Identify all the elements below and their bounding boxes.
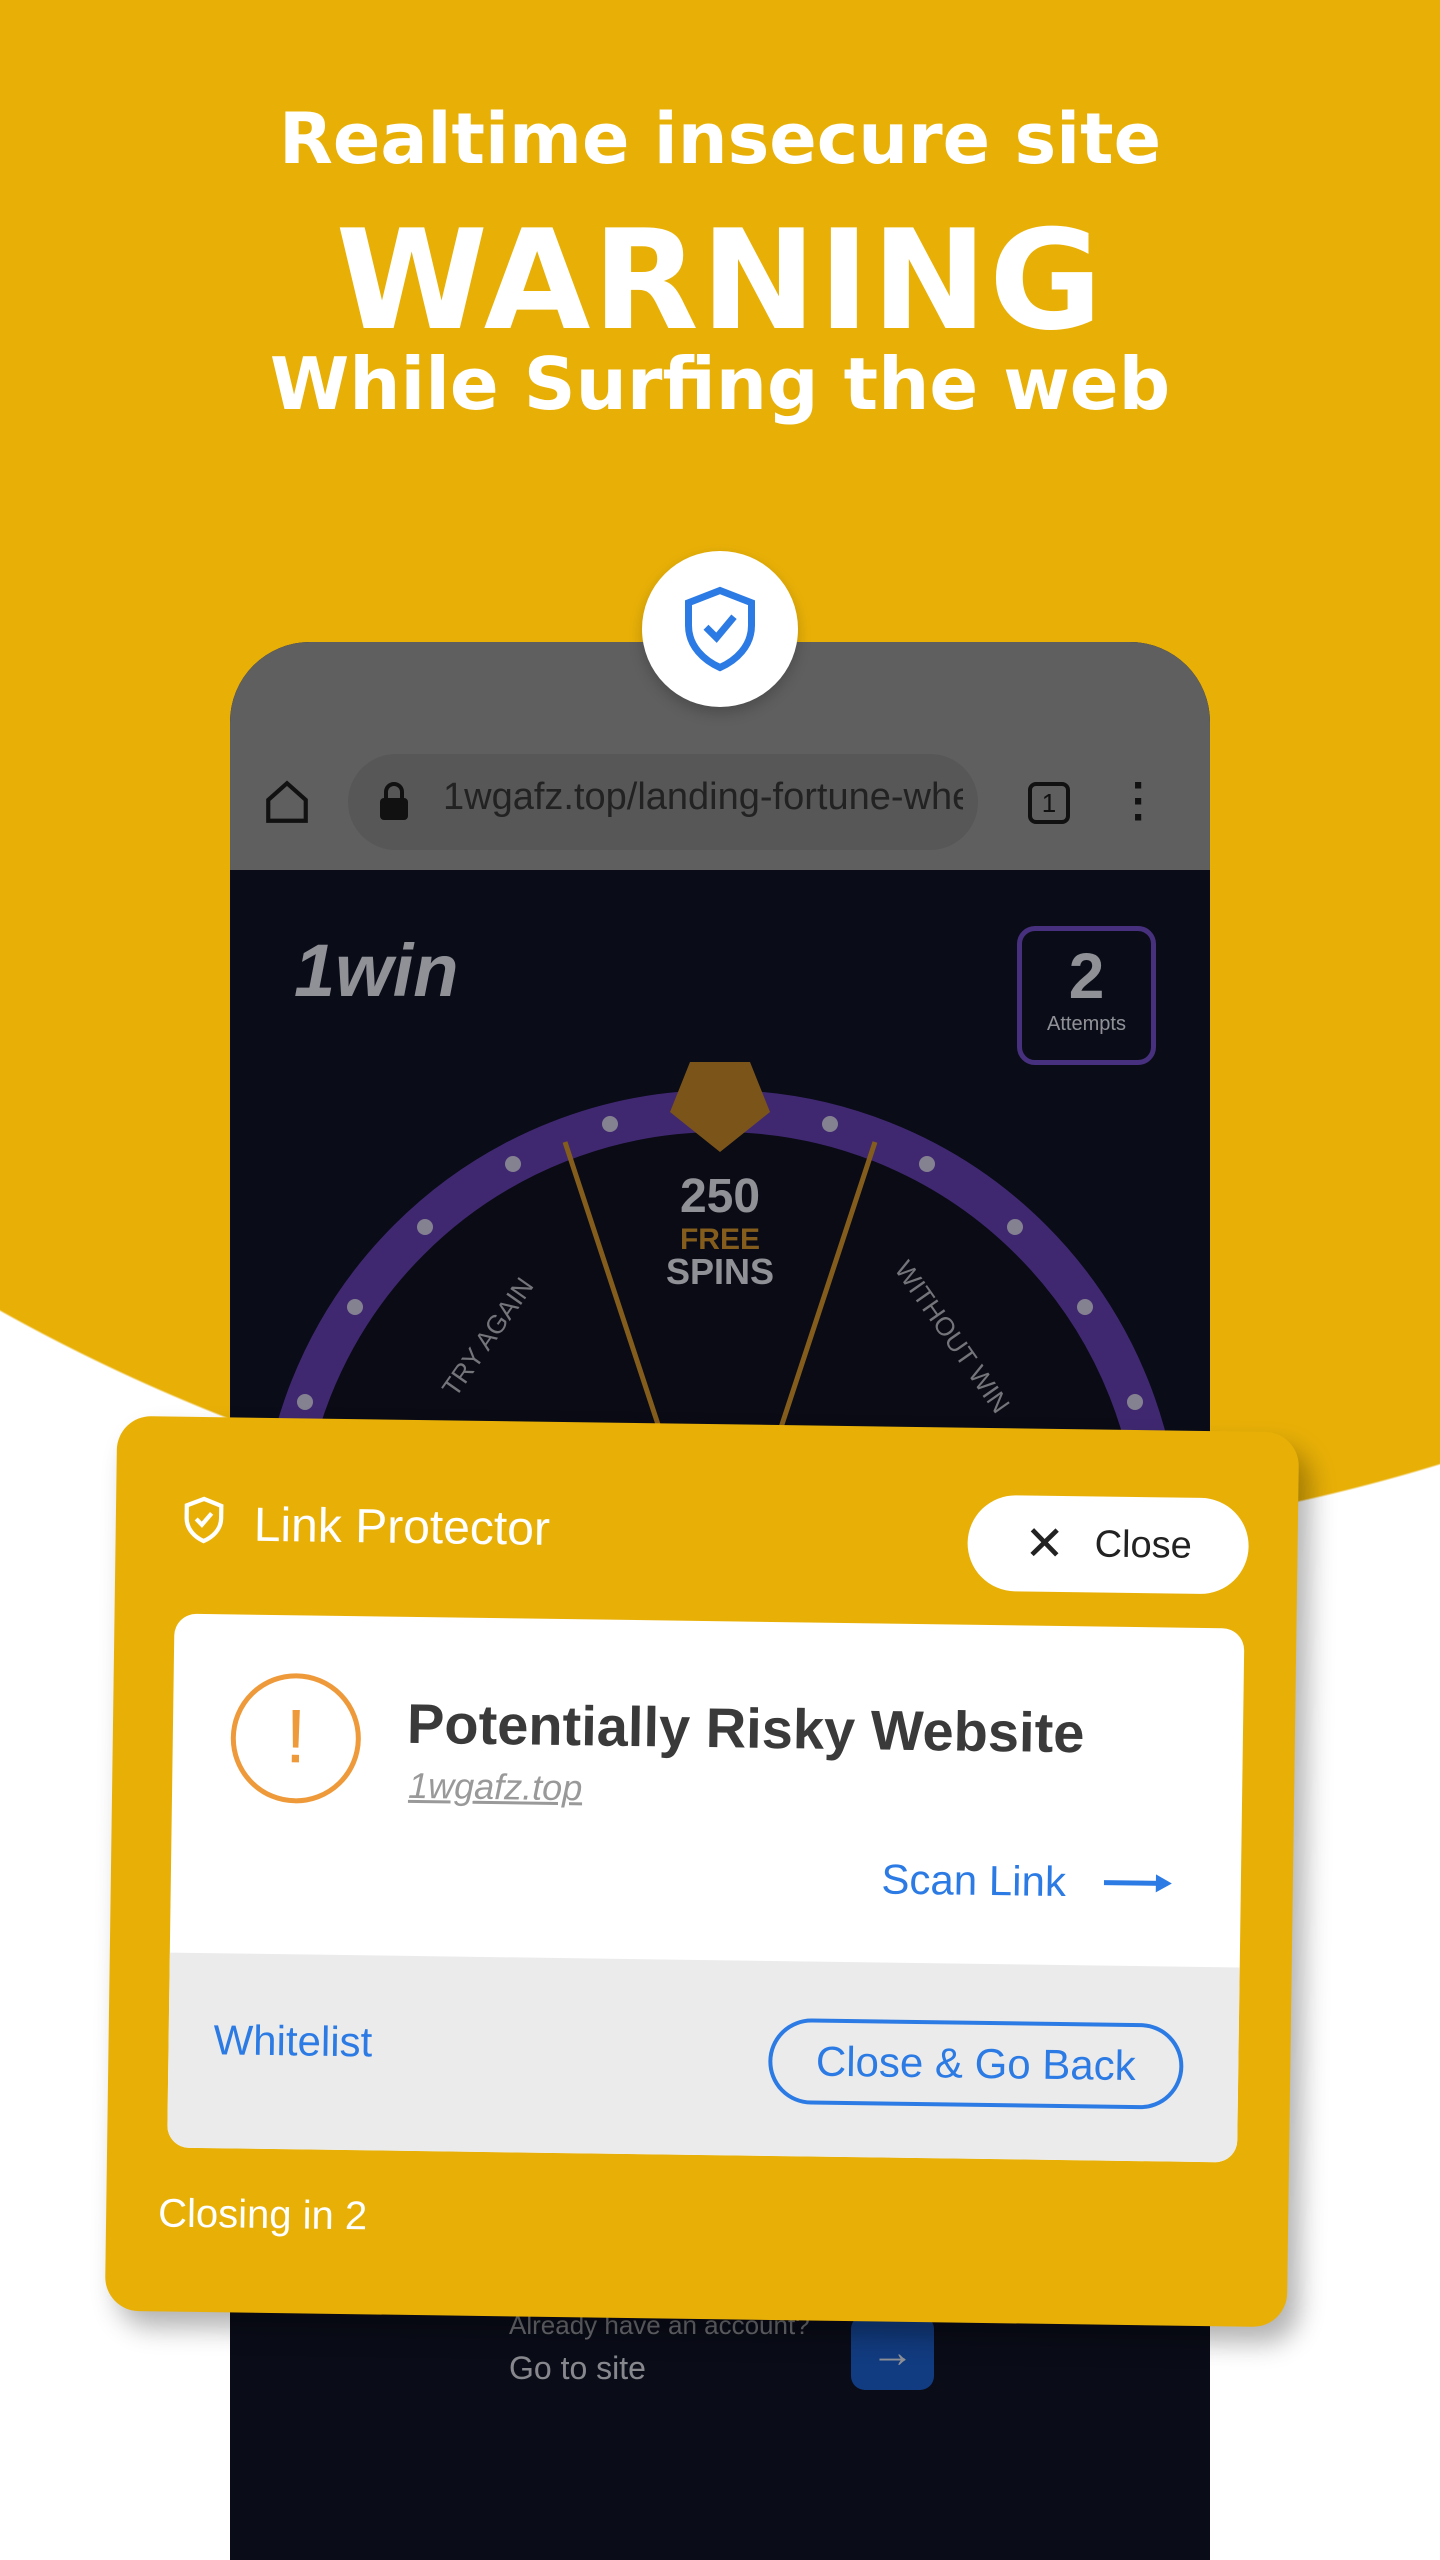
headline-line3: While Surfing the web xyxy=(269,342,1171,426)
go-to-site-link[interactable]: Go to site xyxy=(509,2350,646,2387)
tabs-icon[interactable]: 1 xyxy=(1028,782,1070,824)
go-to-site-button[interactable]: → xyxy=(851,2315,934,2390)
arrow-right-icon xyxy=(1103,1874,1172,1893)
popup-title: Link Protector xyxy=(253,1498,551,1556)
whitelist-button[interactable]: Whitelist xyxy=(213,2016,372,2066)
headline-line1: Realtime insecure site xyxy=(278,98,1162,180)
url-bar[interactable]: 1wgafz.top/landing-fortune-whe xyxy=(348,754,978,850)
close-go-back-button[interactable]: Close & Go Back xyxy=(767,2017,1184,2110)
url-text: 1wgafz.top/landing-fortune-whe xyxy=(443,776,963,818)
warning-icon: ! xyxy=(229,1672,362,1805)
lock-icon xyxy=(380,782,408,820)
home-icon[interactable] xyxy=(262,777,312,827)
close-label: Close xyxy=(1094,1522,1193,1567)
headline-warning: WARNING xyxy=(335,200,1105,361)
arrow-right-icon: → xyxy=(870,2328,915,2377)
scan-link-button[interactable]: Scan Link xyxy=(881,1856,1172,1908)
site-logo: 1win xyxy=(294,929,459,1012)
close-icon: ✕ xyxy=(1024,1517,1066,1572)
risky-domain: 1wgafz.top xyxy=(407,1764,583,1809)
shield-badge xyxy=(642,551,798,707)
warning-card: ! Potentially Risky Website 1wgafz.top S… xyxy=(167,1613,1245,2163)
more-vert-icon[interactable]: · · · xyxy=(1132,764,1147,840)
scan-link-label: Scan Link xyxy=(881,1855,1067,1906)
shield-check-icon xyxy=(184,1496,224,1544)
wheel-spins: SPINS xyxy=(666,1251,774,1292)
warning-title: Potentially Risky Website xyxy=(406,1691,1085,1765)
link-protector-popup: Link Protector ✕ Close ! Potentially Ris… xyxy=(104,1415,1300,2328)
attempts-label: Attempts xyxy=(1047,1013,1126,1035)
attempts-count: 2 xyxy=(1068,940,1105,1012)
attempts-box: 2 Attempts xyxy=(1017,926,1156,1065)
shield-check-icon xyxy=(685,586,755,672)
wheel-amount: 250 xyxy=(680,1170,760,1223)
close-button[interactable]: ✕ Close xyxy=(966,1494,1250,1595)
closing-countdown: Closing in 2 xyxy=(157,2191,368,2239)
